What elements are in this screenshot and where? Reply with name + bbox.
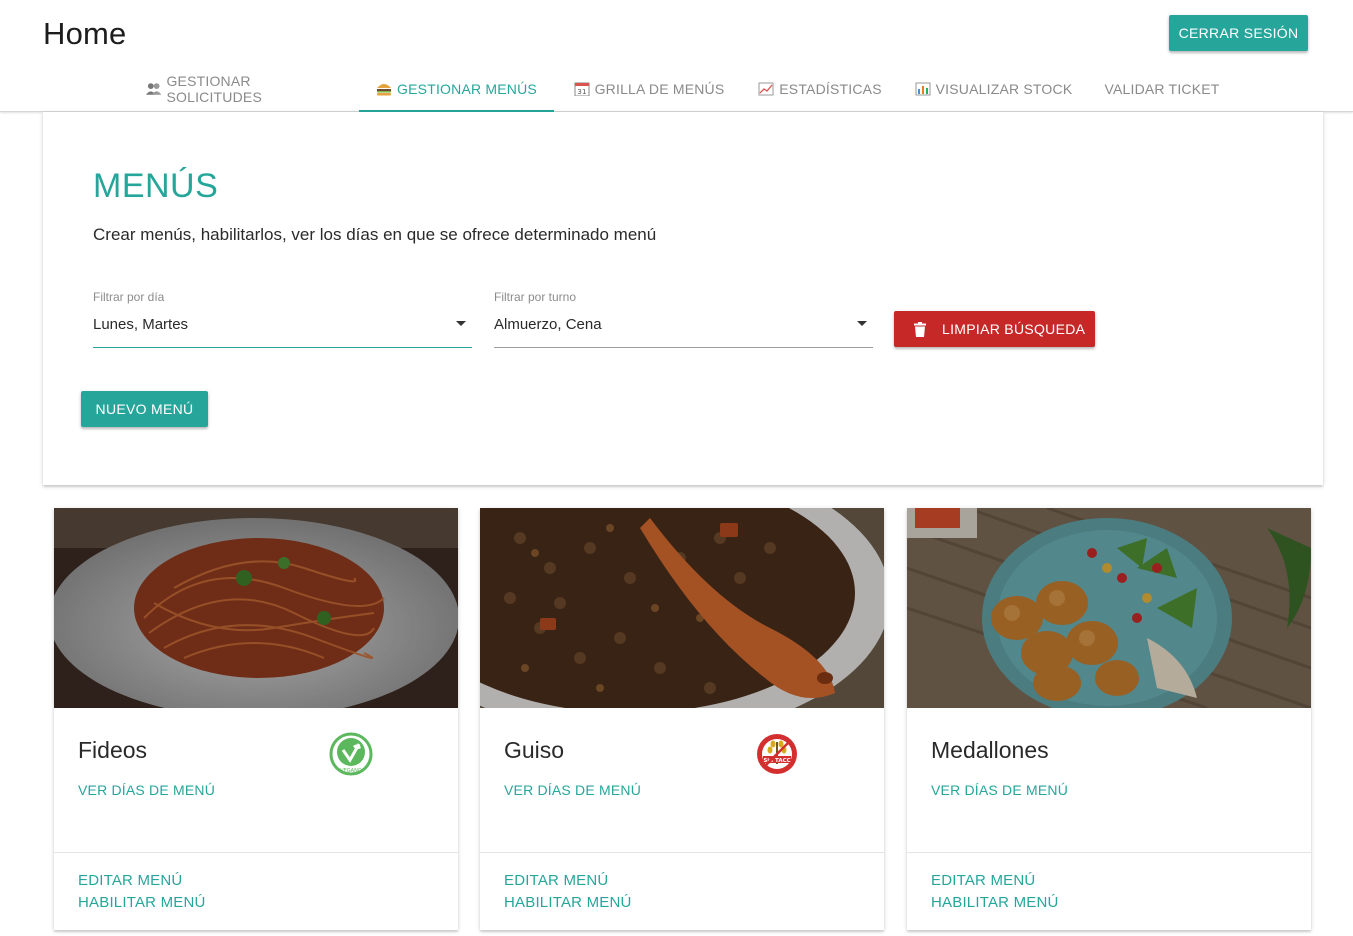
clear-search-label: LIMPIAR BÚSQUEDA	[942, 321, 1086, 337]
filter-shift-select[interactable]: Filtrar por turno Almuerzo, Cena	[494, 290, 873, 348]
svg-text:31: 31	[577, 88, 586, 96]
menu-card: Guiso Sin TACC VER DÍAS DE MENÚ EDITAR M…	[480, 508, 884, 930]
filter-day-value: Lunes, Martes	[93, 316, 189, 333]
tab-label: ESTADÍSTICAS	[779, 81, 882, 97]
menus-panel: MENÚS Crear menús, habilitarlos, ver los…	[43, 112, 1323, 485]
clear-search-button[interactable]: LIMPIAR BÚSQUEDA	[894, 311, 1095, 347]
sin-tacc-badge-icon: Sin TACC	[757, 734, 797, 774]
vegan-badge-icon: VEGANO	[329, 732, 373, 776]
tab-grilla-de-menus[interactable]: 31 GRILLA DE MENÚS	[569, 66, 729, 112]
section-description: Crear menús, habilitarlos, ver los días …	[93, 225, 657, 244]
tab-label: GRILLA DE MENÚS	[594, 81, 725, 97]
bar-chart-icon	[915, 82, 931, 96]
filter-shift-value: Almuerzo, Cena	[494, 316, 602, 333]
menu-image-medallions	[907, 508, 1311, 708]
filter-day-select[interactable]: Filtrar por día Lunes, Martes	[93, 290, 472, 348]
page-title: Home	[43, 16, 127, 51]
tab-visualizar-stock[interactable]: VISUALIZAR STOCK	[912, 66, 1075, 112]
enable-menu-link[interactable]: HABILITAR MENÚ	[931, 894, 1059, 911]
new-menu-button[interactable]: NUEVO MENÚ	[81, 391, 208, 427]
edit-menu-link[interactable]: EDITAR MENÚ	[78, 872, 182, 889]
tab-gestionar-solicitudes[interactable]: GESTIONAR SOLICITUDES	[146, 66, 344, 112]
card-divider	[480, 852, 884, 853]
card-divider	[907, 852, 1311, 853]
menu-name: Guiso	[504, 737, 565, 763]
view-menu-days-link[interactable]: VER DÍAS DE MENÚ	[931, 782, 1068, 798]
edit-menu-link[interactable]: EDITAR MENÚ	[504, 872, 608, 889]
enable-menu-link[interactable]: HABILITAR MENÚ	[504, 894, 632, 911]
menu-name: Fideos	[78, 737, 148, 763]
menu-image-pasta	[54, 508, 458, 708]
calendar-icon: 31	[574, 82, 590, 96]
tab-label: VISUALIZAR STOCK	[935, 81, 1073, 97]
field-underline	[93, 347, 472, 348]
filter-shift-label: Filtrar por turno	[494, 290, 577, 304]
tab-label: GESTIONAR MENÚS	[397, 81, 537, 97]
tab-estadisticas[interactable]: ESTADÍSTICAS	[755, 66, 885, 112]
menu-image-stew	[480, 508, 884, 708]
line-chart-icon	[758, 82, 774, 96]
caret-down-icon	[456, 321, 466, 326]
card-divider	[54, 852, 458, 853]
view-menu-days-link[interactable]: VER DÍAS DE MENÚ	[504, 782, 641, 798]
caret-down-icon	[857, 321, 867, 326]
filter-day-label: Filtrar por día	[93, 290, 165, 304]
app-header: Home CERRAR SESIÓN GESTIONAR SOLICITUDES…	[0, 0, 1353, 112]
view-menu-days-link[interactable]: VER DÍAS DE MENÚ	[78, 782, 215, 798]
menu-card: Fideos VEGANO VER DÍAS DE MENÚ EDITAR ME…	[54, 508, 458, 930]
tab-gestionar-menus[interactable]: GESTIONAR MENÚS	[359, 66, 554, 112]
tab-label: VALIDAR TICKET	[1104, 81, 1220, 97]
menu-card: Medallones VER DÍAS DE MENÚ EDITAR MENÚ …	[907, 508, 1311, 930]
section-title: MENÚS	[93, 167, 219, 205]
enable-menu-link[interactable]: HABILITAR MENÚ	[78, 894, 206, 911]
menu-name: Medallones	[931, 737, 1049, 763]
svg-text:VEGANO: VEGANO	[340, 768, 362, 774]
trash-icon	[914, 321, 926, 337]
field-underline	[494, 347, 873, 348]
users-icon	[146, 83, 162, 95]
tab-label: GESTIONAR SOLICITUDES	[166, 73, 263, 105]
logout-button[interactable]: CERRAR SESIÓN	[1169, 15, 1308, 51]
edit-menu-link[interactable]: EDITAR MENÚ	[931, 872, 1035, 889]
nav-tabs: GESTIONAR SOLICITUDES GESTIONAR MENÚS 31…	[0, 66, 1353, 112]
tab-validar-ticket[interactable]: VALIDAR TICKET	[1100, 66, 1224, 112]
burger-icon	[377, 84, 392, 96]
